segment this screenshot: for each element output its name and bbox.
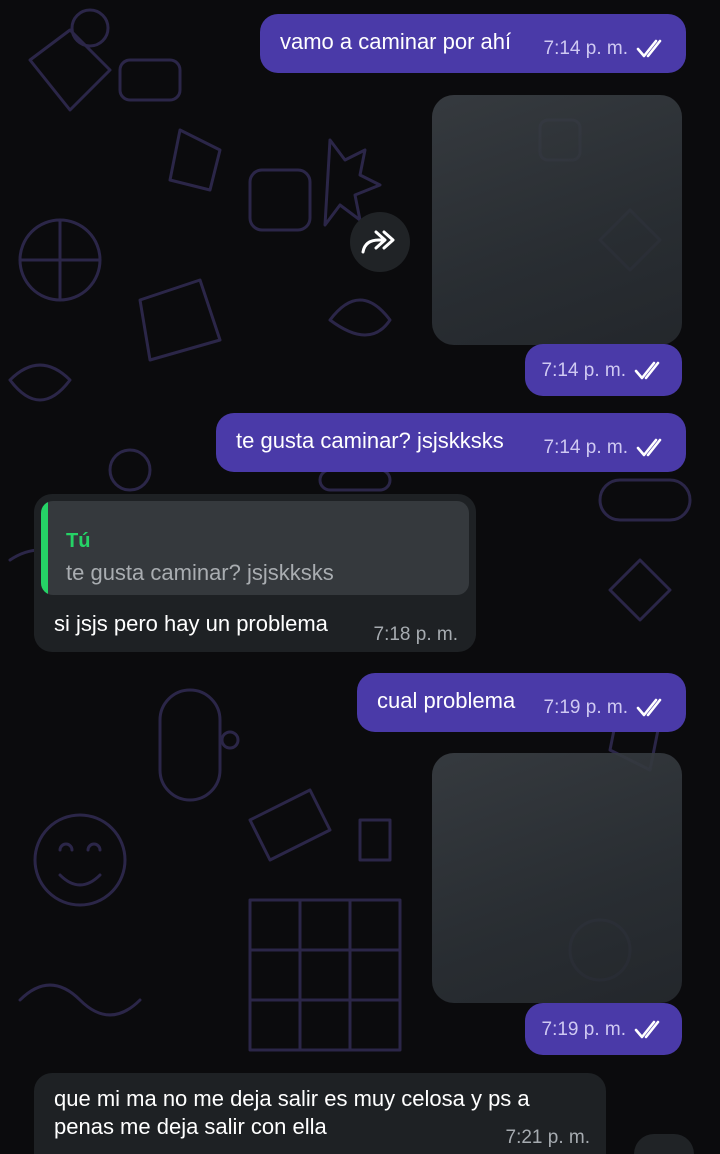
message-meta: 7:14 p. m. (542, 360, 667, 382)
scroll-down-button[interactable] (634, 1134, 694, 1154)
message-outgoing[interactable]: te gusta caminar? jsjskksks 7:14 p. m. (216, 413, 686, 472)
message-text-line: que mi ma no me deja salir es muy celosa… (54, 1086, 530, 1111)
message-image[interactable] (432, 95, 682, 345)
message-meta: 7:14 p. m. (544, 38, 669, 60)
double-check-icon (636, 698, 662, 717)
forward-icon (361, 230, 395, 254)
quote-text: te gusta caminar? jsjskksks (66, 560, 334, 585)
message-outgoing-image-meta: 7:19 p. m. (525, 1003, 682, 1055)
message-time: 7:14 p. m. (543, 38, 629, 59)
message-time: 7:19 p. m. (543, 697, 629, 718)
quote-author: Tú (66, 530, 91, 552)
quoted-message[interactable]: Tú te gusta caminar? jsjskksks (41, 501, 469, 595)
quote-accent-bar (41, 501, 48, 595)
double-check-icon (634, 361, 660, 380)
message-time: 7:18 p. m. (373, 624, 459, 645)
message-text-line: penas me deja salir con ella (54, 1114, 327, 1139)
double-check-icon (636, 39, 662, 58)
message-text: cual problema (377, 688, 516, 713)
message-text: te gusta caminar? jsjskksks (236, 428, 504, 453)
double-check-icon (634, 1020, 660, 1039)
message-time: 7:14 p. m. (541, 360, 627, 381)
message-meta: 7:18 p. m. (374, 624, 459, 646)
message-meta: 7:14 p. m. (544, 437, 669, 459)
message-meta: 7:19 p. m. (542, 1019, 667, 1041)
double-check-icon (636, 438, 662, 457)
message-outgoing[interactable]: cual problema 7:19 p. m. (357, 673, 686, 732)
message-time: 7:14 p. m. (543, 437, 629, 458)
message-image[interactable] (432, 753, 682, 1003)
message-meta: 7:21 p. m. (506, 1127, 591, 1149)
forward-button[interactable] (350, 212, 410, 272)
message-outgoing-image-meta: 7:14 p. m. (525, 344, 682, 396)
message-outgoing[interactable]: vamo a caminar por ahí 7:14 p. m. (260, 14, 686, 73)
message-incoming[interactable]: que mi ma no me deja salir es muy celosa… (34, 1073, 606, 1154)
message-text: si jsjs pero hay un problema (54, 611, 328, 636)
message-time: 7:21 p. m. (505, 1127, 591, 1148)
message-incoming[interactable]: Tú te gusta caminar? jsjskksks si jsjs p… (34, 494, 476, 652)
message-meta: 7:19 p. m. (544, 697, 669, 719)
message-text: vamo a caminar por ahí (280, 29, 512, 54)
message-time: 7:19 p. m. (541, 1019, 627, 1040)
